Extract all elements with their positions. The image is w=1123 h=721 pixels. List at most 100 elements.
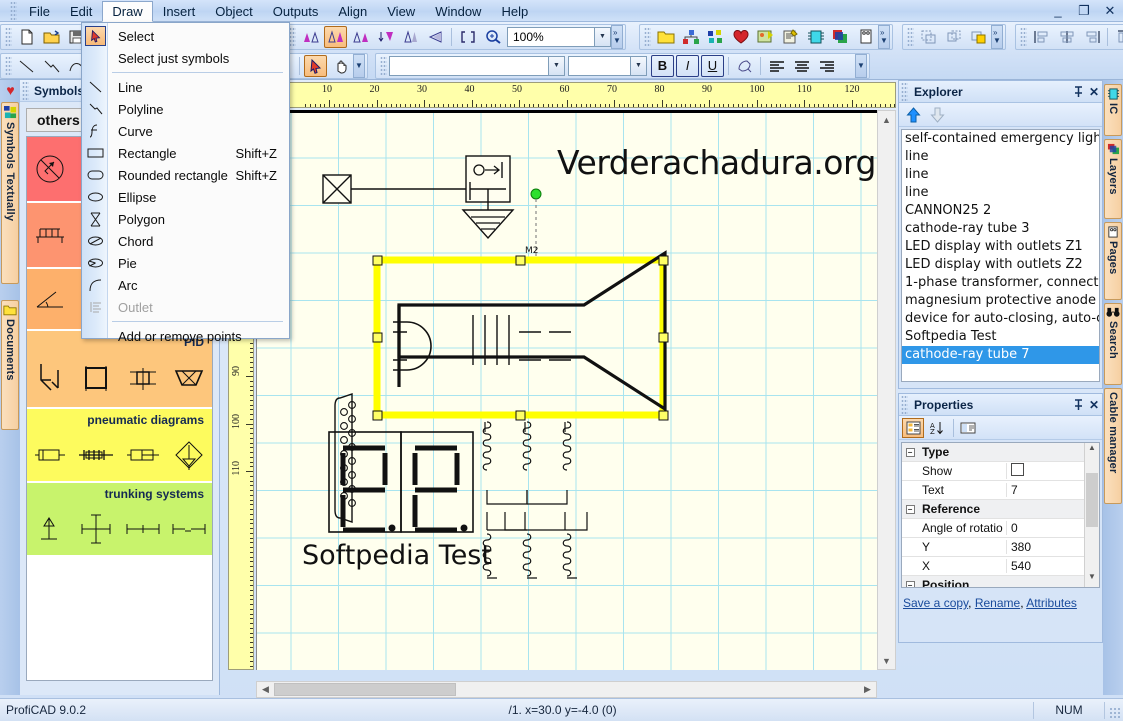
cylinder-symbol[interactable]: [30, 435, 70, 475]
properties-pin-button[interactable]: [1070, 396, 1086, 414]
text-color-button[interactable]: [733, 55, 756, 77]
menu-item-pie[interactable]: Pie: [82, 252, 289, 274]
insert-favorite-button[interactable]: [729, 26, 752, 48]
insert-image-button[interactable]: [754, 26, 777, 48]
new-document-button[interactable]: [15, 26, 38, 48]
property-checkbox[interactable]: [1011, 463, 1024, 476]
toolbar-overflow-insert[interactable]: » ▼: [878, 24, 890, 49]
insert-page-button[interactable]: [854, 26, 877, 48]
menu-align[interactable]: Align: [328, 1, 377, 22]
valve-symbol[interactable]: [30, 359, 70, 399]
property-row[interactable]: Angle of rotatio 0: [902, 519, 1099, 538]
explorer-list[interactable]: self-contained emergency lighting luline…: [901, 129, 1100, 382]
font-name-combo[interactable]: [389, 55, 549, 76]
menu-insert[interactable]: Insert: [153, 1, 206, 22]
insert-folder-button[interactable]: [654, 26, 677, 48]
move-down-button[interactable]: [926, 105, 948, 125]
bold-button[interactable]: B: [651, 54, 674, 77]
mirror-vertical-button[interactable]: [349, 26, 372, 48]
menu-help[interactable]: Help: [491, 1, 538, 22]
exchanger-symbol[interactable]: [123, 359, 163, 399]
format-grip[interactable]: [380, 55, 387, 76]
property-row[interactable]: Text 7: [902, 481, 1099, 500]
insert-hierarchy-button[interactable]: [679, 26, 702, 48]
align-top-button[interactable]: [1112, 26, 1123, 48]
menu-item-curve[interactable]: Curve: [82, 120, 289, 142]
flip-up-button[interactable]: [399, 26, 422, 48]
toolbar-grip[interactable]: [5, 26, 12, 47]
italic-button[interactable]: I: [676, 54, 699, 77]
properties-grid[interactable]: − Type Show Text 7− Reference Angle of rotatio…: [901, 442, 1100, 588]
insert-block-button[interactable]: [704, 26, 727, 48]
save-a-copy-link[interactable]: Save a copy: [903, 596, 968, 610]
rename-link[interactable]: Rename: [975, 596, 1020, 610]
explorer-list-item[interactable]: cathode-ray tube 7: [902, 346, 1099, 364]
menu-item-line[interactable]: Line: [82, 76, 289, 98]
menu-grip[interactable]: [10, 1, 17, 21]
menu-item-select-just-symbols[interactable]: Select just symbols: [82, 47, 289, 69]
property-category-row[interactable]: − Reference: [902, 500, 1099, 519]
arrange-grip[interactable]: [907, 26, 914, 47]
toolbar-overflow-arrange[interactable]: » ▼: [991, 24, 1003, 49]
no-entry-symbol[interactable]: [30, 149, 70, 189]
explorer-list-item[interactable]: cathode-ray tube 3: [902, 220, 1099, 238]
font-name-arrow[interactable]: ▼: [549, 55, 565, 76]
flip-down-button[interactable]: [374, 26, 397, 48]
toolbar-overflow-format[interactable]: ▼: [855, 53, 867, 78]
toolbar-overflow-shapes[interactable]: ▼: [353, 53, 365, 78]
symbols-panel-grip[interactable]: [22, 80, 29, 101]
text-align-center-button[interactable]: [790, 55, 813, 77]
align-left-button[interactable]: [1030, 26, 1053, 48]
menu-item-arc[interactable]: Arc: [82, 274, 289, 296]
zoom-dropdown-arrow[interactable]: ▼: [595, 26, 611, 47]
tab-cable-manager[interactable]: Cable manager: [1104, 388, 1122, 504]
tab-ic[interactable]: IC: [1104, 84, 1122, 136]
property-row[interactable]: Y 380: [902, 538, 1099, 557]
menu-object[interactable]: Object: [205, 1, 263, 22]
collapse-toggle-icon[interactable]: −: [902, 504, 918, 514]
tab-layers[interactable]: Layers: [1104, 139, 1122, 219]
canvas-horizontal-scrollbar[interactable]: ◀ ▶: [256, 681, 877, 698]
text-align-right-button[interactable]: [815, 55, 838, 77]
tab-symbols-textually[interactable]: Symbols Textually: [1, 102, 19, 284]
close-button[interactable]: ✕: [1101, 1, 1119, 19]
zoom-in-button[interactable]: [481, 26, 504, 48]
explorer-list-item[interactable]: line: [902, 148, 1099, 166]
flip-horizontal-button[interactable]: [424, 26, 447, 48]
menu-item-chord[interactable]: Chord: [82, 230, 289, 252]
font-size-arrow[interactable]: ▼: [631, 55, 647, 76]
scroll-left-arrow[interactable]: ◀: [257, 684, 274, 695]
mirror-horizontal-button[interactable]: [324, 25, 347, 48]
collapse-toggle-icon[interactable]: −: [902, 447, 918, 457]
categorized-view-button[interactable]: [902, 417, 924, 438]
property-category-row[interactable]: − Type: [902, 443, 1099, 462]
explorer-list-item[interactable]: LED display with outlets Z1: [902, 238, 1099, 256]
align-right-button[interactable]: [1080, 26, 1103, 48]
diamond-valve-symbol[interactable]: [169, 435, 209, 475]
menu-item-rounded-rectangle[interactable]: Rounded rectangle Shift+Z: [82, 164, 289, 186]
draw-polyline-button[interactable]: [40, 55, 63, 77]
window-resize-grip[interactable]: [1109, 707, 1121, 719]
explorer-list-item[interactable]: self-contained emergency lighting lu: [902, 130, 1099, 148]
mirror-grip[interactable]: [289, 26, 296, 47]
bring-to-front-button[interactable]: [917, 26, 940, 48]
tab-pages[interactable]: Pages: [1104, 222, 1122, 300]
explorer-close-button[interactable]: ✕: [1086, 83, 1102, 101]
tab-documents[interactable]: Documents: [1, 300, 19, 430]
property-pages-button[interactable]: [957, 418, 979, 438]
vessel-symbol[interactable]: [76, 359, 116, 399]
scroll-up-arrow[interactable]: ▲: [878, 111, 895, 128]
explorer-list-item[interactable]: Softpedia Test: [902, 328, 1099, 346]
menu-view[interactable]: View: [377, 1, 425, 22]
trunk-joint-symbol[interactable]: [169, 509, 209, 549]
scroll-right-arrow[interactable]: ▶: [859, 684, 876, 695]
insert-note-button[interactable]: [779, 26, 802, 48]
menu-item-polygon[interactable]: Polygon: [82, 208, 289, 230]
underline-button[interactable]: U: [701, 54, 724, 77]
font-size-combo[interactable]: [568, 55, 631, 76]
menu-file[interactable]: File: [19, 1, 60, 22]
scroll-down-arrow[interactable]: ▼: [878, 652, 895, 669]
move-up-button[interactable]: [902, 105, 924, 125]
shapes-grip[interactable]: [5, 55, 12, 76]
draw-line-button[interactable]: [15, 55, 38, 77]
